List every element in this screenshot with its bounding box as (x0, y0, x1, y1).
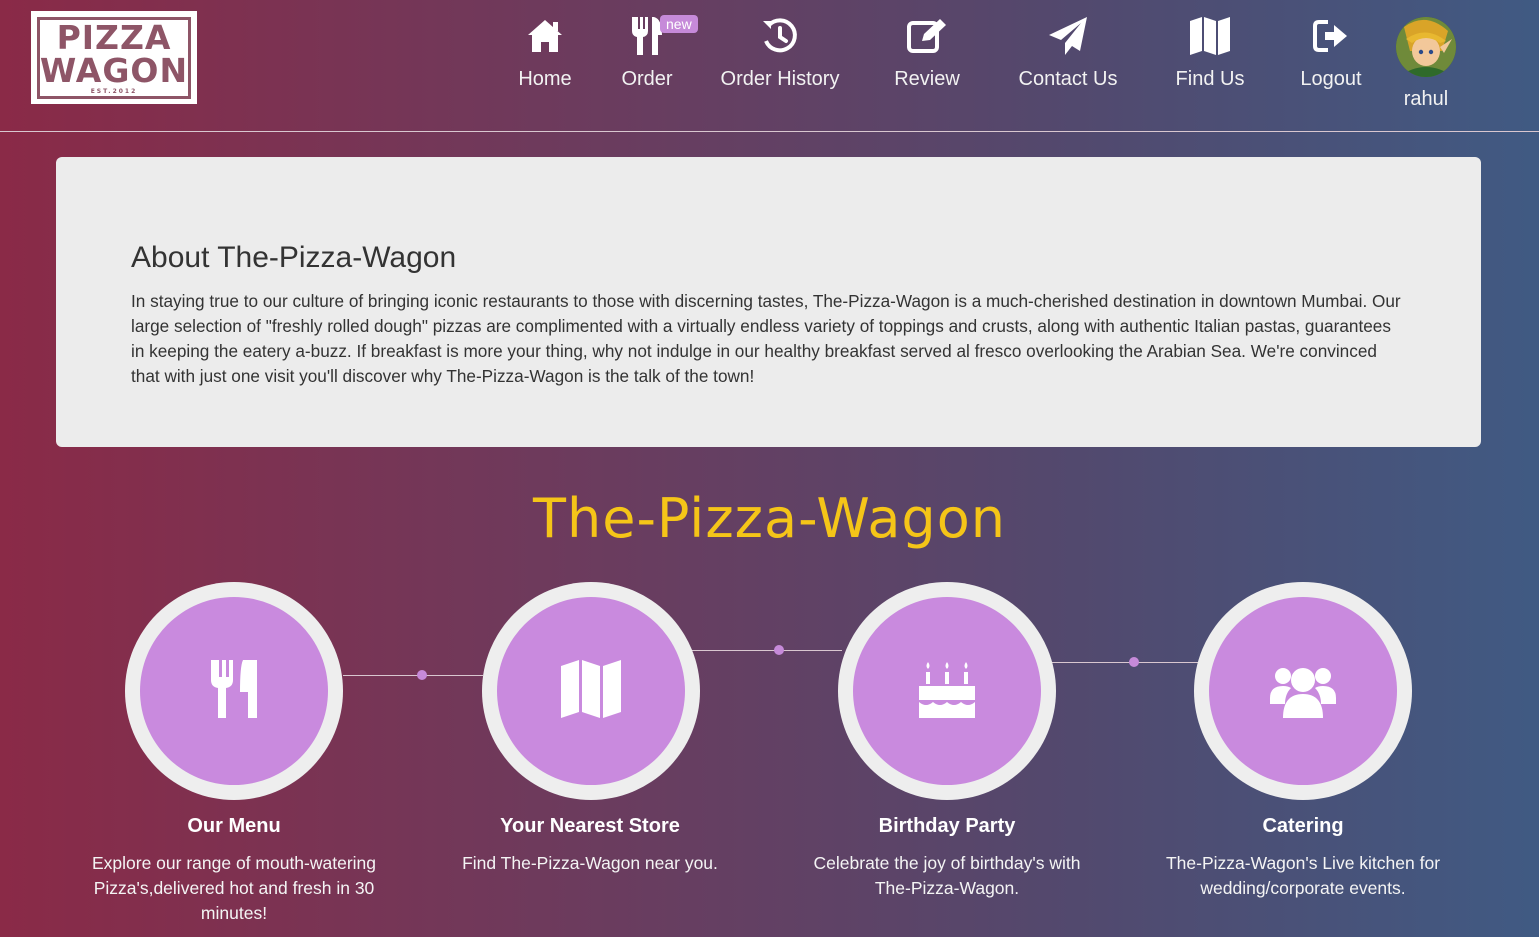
feature-desc: Explore our range of mouth-watering Pizz… (91, 853, 377, 923)
nav-logout[interactable]: Logout (1299, 14, 1363, 91)
connector-dot (774, 645, 784, 655)
nav-label: Find Us (1175, 68, 1245, 90)
feature-desc: The-Pizza-Wagon's Live kitchen for weddi… (1165, 853, 1441, 898)
cutlery-icon (630, 14, 664, 58)
about-body: In staying true to our culture of bringi… (131, 291, 1401, 386)
nav-home[interactable]: Home (517, 14, 573, 91)
feature-title: Our Menu (187, 815, 281, 837)
birthday-cake-icon (916, 658, 978, 725)
nav-order-history[interactable]: Order History (720, 14, 840, 91)
feature-catering-circle[interactable] (1194, 582, 1412, 800)
connector-line (692, 650, 842, 651)
nav-contact-us[interactable]: Contact Us (1017, 14, 1119, 91)
edit-icon (906, 14, 948, 58)
feature-title: Your Nearest Store (500, 815, 680, 837)
nav-label: Logout (1300, 68, 1362, 90)
feature-desc: Celebrate the joy of birthday's with The… (813, 853, 1081, 898)
nav-label: Home (518, 68, 572, 90)
logo-line-1: PIZZA (56, 17, 172, 57)
connector-dot (417, 670, 427, 680)
nav-review[interactable]: Review (894, 14, 960, 91)
logo-line-2: WAGON (39, 50, 189, 90)
brand-title: The-Pizza-Wagon (533, 487, 1006, 550)
header-divider (0, 131, 1539, 132)
feature-desc: Find The-Pizza-Wagon near you. (462, 853, 718, 873)
map-icon (1189, 14, 1231, 58)
nav-label: Order (621, 68, 673, 90)
nav-find-us[interactable]: Find Us (1174, 14, 1246, 91)
avatar (1396, 17, 1456, 77)
logout-icon (1312, 14, 1350, 58)
about-title: About The-Pizza-Wagon (131, 241, 457, 274)
feature-our-menu-circle[interactable] (125, 582, 343, 800)
connector-line (343, 675, 483, 676)
feature-birthday-party-circle[interactable] (838, 582, 1056, 800)
feature-title: Catering (1262, 815, 1344, 837)
home-icon (526, 14, 564, 58)
feature-nearest-store-circle[interactable] (482, 582, 700, 800)
nav-label: Review (894, 68, 960, 90)
connector-dot (1129, 657, 1139, 667)
logo-mark: PIZZA WAGON EST.2012 (37, 16, 191, 99)
about-panel: About The-Pizza-Wagon In staying true to… (56, 157, 1481, 447)
logo-est: EST.2012 (90, 87, 138, 95)
nav-label: Order History (720, 68, 840, 90)
paper-plane-icon (1047, 14, 1089, 58)
username: rahul (1403, 88, 1449, 110)
logo[interactable]: PIZZA WAGON EST.2012 (31, 11, 197, 104)
connector-line (1052, 662, 1198, 663)
map-icon (560, 658, 622, 725)
feature-title: Birthday Party (878, 815, 1016, 837)
new-badge: new (660, 15, 698, 33)
user-profile[interactable]: rahul (1396, 17, 1456, 111)
nav-label: Contact Us (1018, 68, 1118, 90)
cutlery-icon (209, 658, 259, 725)
nav-order[interactable]: new Order (620, 14, 698, 91)
users-icon (1269, 658, 1337, 725)
history-icon (761, 14, 799, 58)
